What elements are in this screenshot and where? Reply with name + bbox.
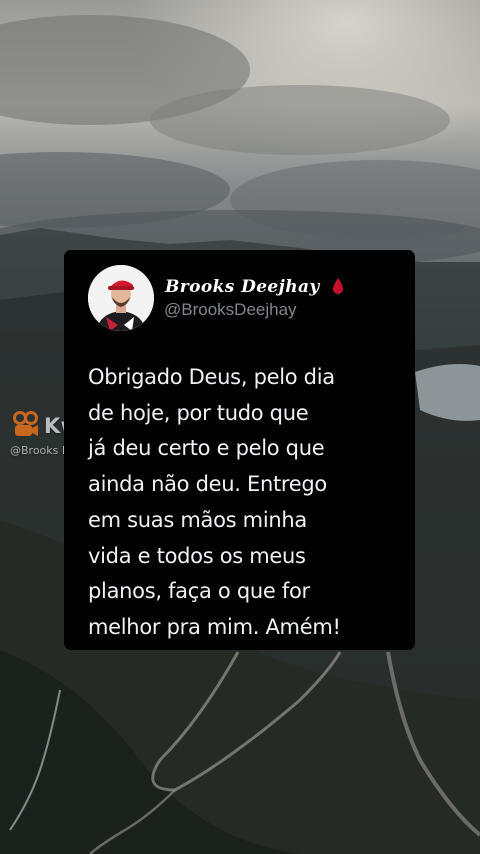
blood-drop-icon (332, 278, 343, 294)
avatar (88, 265, 154, 331)
video-frame: Kwai @Brooks Deejhay Bro (0, 0, 480, 854)
display-name-row: Brooks Deejhay (165, 277, 344, 297)
avatar-portrait (88, 265, 154, 331)
user-handle: @BrooksDeejhay (164, 300, 297, 319)
display-name: Brooks Deejhay (165, 277, 320, 297)
tweet-card: Brooks Deejhay @BrooksDeejhay Obrigado D… (64, 250, 415, 650)
tweet-text: Obrigado Deus, pelo dia de hoje, por tud… (88, 365, 341, 639)
kwai-logo-icon (13, 411, 38, 436)
